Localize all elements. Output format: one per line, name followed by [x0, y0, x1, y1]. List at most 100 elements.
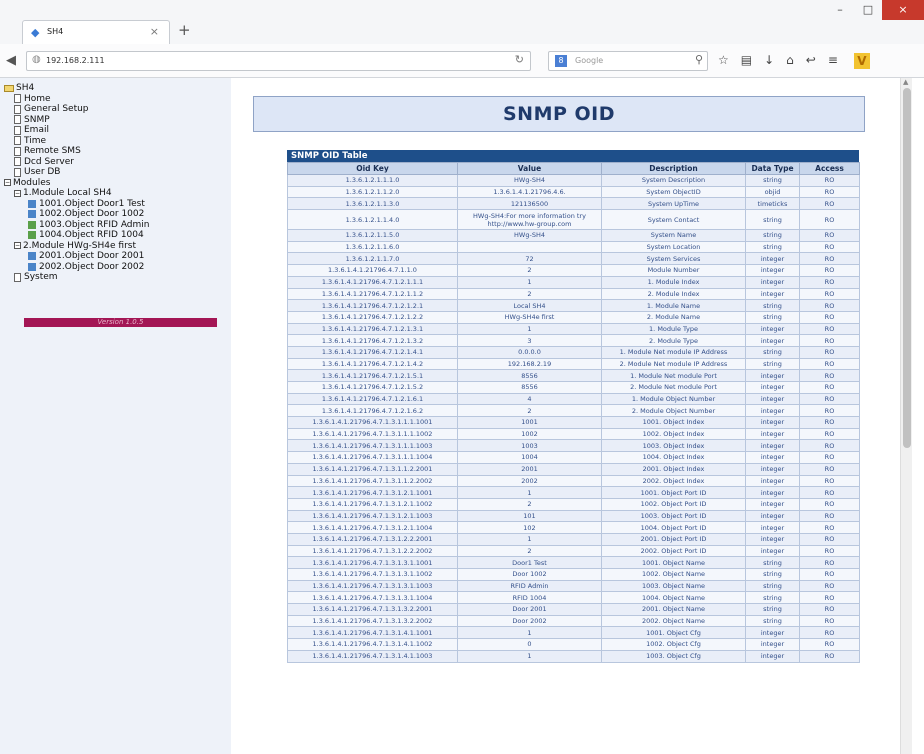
- value-cell: 3: [457, 334, 602, 347]
- table-row: 1.3.6.1.4.1.21796.4.7.1.2.1.1.2 2 2. Modul…: [287, 287, 860, 301]
- collapse-icon[interactable]: −: [4, 179, 11, 187]
- new-tab-button[interactable]: +: [178, 21, 191, 39]
- oid-key-cell: 1.3.6.1.4.1.21796.4.7.1.2.1.2.1: [287, 299, 458, 312]
- table-row: 1.3.6.1.4.1.21796.4.7.1.3.1.4.1.1003 1 100…: [287, 649, 860, 663]
- sidebar-item-module-1[interactable]: 1.Module Local SH4: [23, 188, 112, 199]
- description-cell: 2. Module Net module Port: [601, 381, 746, 394]
- value-cell: 1: [457, 322, 602, 336]
- description-cell: 2. Module Net module IP Address: [601, 357, 746, 371]
- oid-key-cell: 1.3.6.1.4.1.21796.4.7.1.3.1.4.1.1003: [287, 649, 458, 663]
- access-cell: RO: [799, 334, 860, 347]
- tab-bar: ◆ SH4 × + – □ ×: [0, 0, 924, 44]
- scrollbar-thumb[interactable]: [903, 88, 911, 448]
- sidebar-item-email[interactable]: Email: [24, 125, 49, 136]
- sidebar-item-user-db[interactable]: User DB: [24, 167, 60, 178]
- sidebar-item-snmp[interactable]: SNMP: [24, 115, 50, 126]
- reload-icon[interactable]: ↻: [515, 53, 524, 66]
- maximize-icon[interactable]: □: [854, 0, 882, 20]
- address-bar[interactable]: ◍ 192.168.2.111 ↻: [26, 51, 531, 71]
- table-header-row: Oid Key Value Description Data Type Acce…: [287, 162, 860, 175]
- description-cell: 2002. Object Index: [601, 474, 746, 488]
- value-cell: RFID Admin: [457, 579, 602, 593]
- sidebar-item-remote-sms[interactable]: Remote SMS: [24, 146, 81, 157]
- sidebar-item-object-1003[interactable]: 1003.Object RFID Admin: [39, 220, 150, 231]
- value-cell: 72: [457, 252, 602, 266]
- table-row: 1.3.6.1.4.1.21796.4.7.1.2.1.1.1 1 1. Modul…: [287, 275, 860, 289]
- page-title: SNMP OID: [502, 103, 616, 125]
- tree-root[interactable]: SH4: [16, 83, 34, 94]
- data-type-cell: integer: [745, 275, 800, 289]
- oid-key-cell: 1.3.6.1.4.1.21796.4.7.1.3.1.3.1.1002: [287, 568, 458, 581]
- page-header: SNMP OID: [253, 96, 865, 132]
- scroll-up-icon[interactable]: ▲: [903, 78, 908, 86]
- oid-key-cell: 1.3.6.1.4.1.21796.4.7.1.3.1.1.1.1002: [287, 427, 458, 441]
- access-cell: RO: [799, 626, 860, 640]
- extension-icon[interactable]: V: [853, 53, 870, 69]
- share-icon[interactable]: ↩: [806, 53, 816, 69]
- bookmark-star-icon[interactable]: ☆: [718, 53, 729, 69]
- browser-tab[interactable]: ◆ SH4 ×: [22, 20, 170, 44]
- folder-icon: [4, 84, 14, 92]
- description-cell: 1. Module Net module IP Address: [601, 345, 746, 359]
- sidebar-item-object-1002[interactable]: 1002.Object Door 1002: [39, 209, 144, 220]
- minimize-icon[interactable]: –: [826, 0, 854, 20]
- sidebar-item-modules[interactable]: Modules: [13, 178, 50, 189]
- sidebar-item-object-1001[interactable]: 1001.Object Door1 Test: [39, 199, 145, 210]
- sidebar-item-object-2001[interactable]: 2001.Object Door 2001: [39, 251, 144, 262]
- data-type-cell: string: [745, 240, 800, 254]
- value-cell: 1002: [457, 427, 602, 441]
- sidebar-item-dcd-server[interactable]: Dcd Server: [24, 157, 74, 168]
- search-engine-icon[interactable]: 8: [555, 55, 567, 67]
- description-cell: System Description: [601, 174, 746, 187]
- home-icon[interactable]: ⌂: [786, 53, 794, 69]
- access-cell: RO: [799, 416, 860, 429]
- value-cell: 192.168.2.19: [457, 357, 602, 371]
- tab-title: SH4: [47, 27, 64, 36]
- search-box[interactable]: 8 Google ⚲: [548, 51, 708, 71]
- value-cell: 2001: [457, 462, 602, 476]
- sidebar-item-time[interactable]: Time: [24, 136, 46, 147]
- menu-icon[interactable]: ≡: [828, 53, 838, 69]
- vertical-scrollbar[interactable]: ▲: [900, 78, 912, 754]
- description-cell: 2. Module Name: [601, 310, 746, 324]
- data-type-cell: integer: [745, 287, 800, 301]
- table-row: 1.3.6.1.4.1.21796.4.7.1.2.1.5.2 8556 2. Mo…: [287, 381, 860, 394]
- value-cell: 1: [457, 649, 602, 663]
- data-type-cell: integer: [745, 649, 800, 663]
- collapse-icon[interactable]: −: [14, 242, 21, 250]
- description-cell: 1001. Object Index: [601, 416, 746, 429]
- value-cell: 2: [457, 264, 602, 277]
- access-cell: RO: [799, 532, 860, 546]
- bookmarks-list-icon[interactable]: ▤: [741, 53, 752, 69]
- description-cell: 1003. Object Index: [601, 439, 746, 453]
- value-cell: 2: [457, 287, 602, 301]
- data-type-cell: integer: [745, 392, 800, 406]
- value-cell: 4: [457, 392, 602, 406]
- oid-key-cell: 1.3.6.1.4.1.21796.4.7.1.2.1.6.1: [287, 392, 458, 406]
- sidebar-item-object-2002[interactable]: 2002.Object Door 2002: [39, 262, 144, 273]
- access-cell: RO: [799, 381, 860, 394]
- download-icon[interactable]: ↓: [764, 53, 774, 69]
- sidebar-item-system[interactable]: System: [24, 272, 58, 283]
- table-row: 1.3.6.1.4.1.21796.4.7.1.3.1.1.1.1004 1004…: [287, 451, 860, 464]
- object-icon: [28, 199, 36, 208]
- sidebar-item-object-1004[interactable]: 1004.Object RFID 1004: [39, 230, 144, 241]
- value-cell: 102: [457, 521, 602, 534]
- search-icon[interactable]: ⚲: [695, 53, 703, 66]
- tab-close-button[interactable]: ×: [150, 25, 159, 38]
- close-window-icon[interactable]: ×: [882, 0, 924, 20]
- description-cell: 1003. Object Cfg: [601, 649, 746, 663]
- back-icon[interactable]: ◀: [6, 53, 16, 68]
- sidebar-item-module-2[interactable]: 2.Module HWg-SH4e first: [23, 241, 136, 252]
- main-panel: SNMP OID SNMP OID Table Oid Key Value De…: [231, 78, 912, 754]
- oid-key-cell: 1.3.6.1.2.1.1.2.0: [287, 185, 458, 199]
- oid-key-cell: 1.3.6.1.2.1.1.1.0: [287, 174, 458, 187]
- table-row: 1.3.6.1.4.1.21796.4.7.1.3.1.1.2.2002 2002…: [287, 474, 860, 488]
- oid-key-cell: 1.3.6.1.4.1.21796.4.7.1.3.1.3.2.2001: [287, 603, 458, 616]
- sidebar-item-general-setup[interactable]: General Setup: [24, 104, 89, 115]
- access-cell: RO: [799, 462, 860, 476]
- collapse-icon[interactable]: −: [14, 189, 21, 197]
- sidebar-item-home[interactable]: Home: [24, 94, 51, 105]
- description-cell: 1002. Object Index: [601, 427, 746, 441]
- access-cell: RO: [799, 345, 860, 359]
